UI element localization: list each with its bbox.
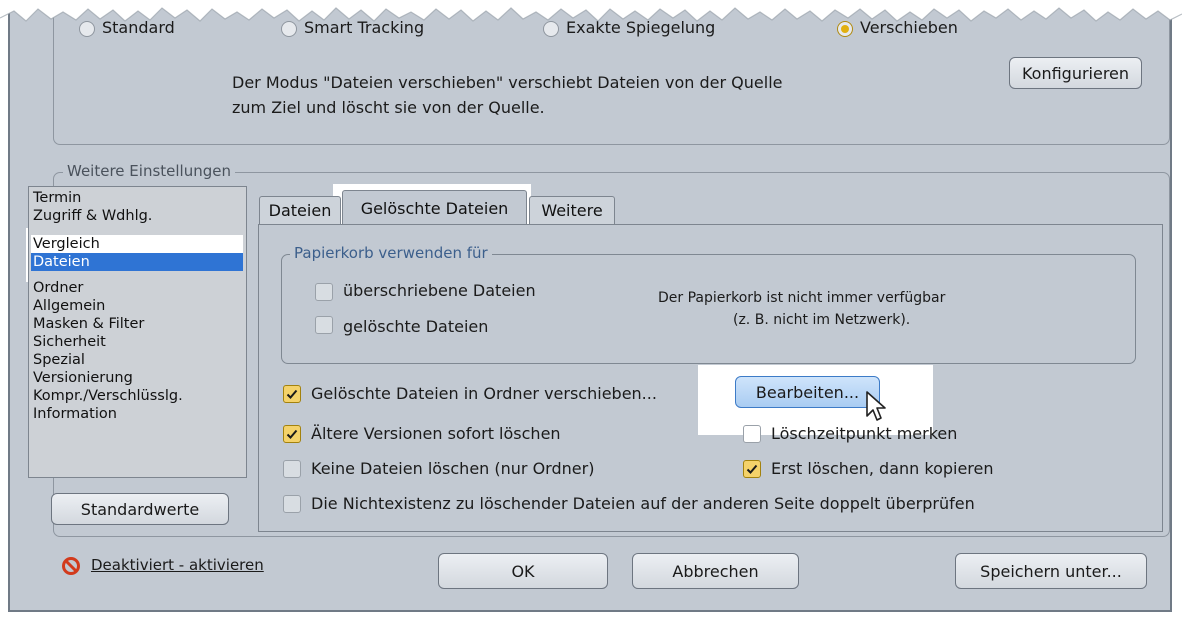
remember-time-checkbox[interactable] [743, 425, 761, 443]
recycle-group [281, 254, 1136, 364]
list-item-dateien[interactable]: Dateien [31, 253, 243, 271]
list-item-kompr[interactable]: Kompr./Verschlüsslg. [31, 387, 243, 405]
list-item-vergleich[interactable]: Vergleich [31, 235, 243, 253]
remember-time-label: Löschzeitpunkt merken [771, 424, 958, 443]
tab-weitere[interactable]: Weitere [529, 196, 615, 224]
move-deleted-label: Gelöschte Dateien in Ordner verschieben.… [311, 384, 657, 403]
overwritten-checkbox[interactable] [315, 283, 333, 301]
checkmark-icon [746, 464, 758, 474]
list-item-sicherheit[interactable]: Sicherheit [31, 333, 243, 351]
configure-button[interactable]: Konfigurieren [1009, 57, 1142, 89]
more-settings-title: Weitere Einstellungen [63, 162, 235, 180]
overwritten-label: überschriebene Dateien [343, 281, 536, 300]
save-as-button[interactable]: Speichern unter... [955, 553, 1147, 589]
tab-dateien[interactable]: Dateien [259, 196, 341, 224]
mode-description-line1: Der Modus "Dateien verschieben" verschie… [232, 73, 783, 92]
recycle-note-line2: (z. B. nicht im Netzwerk). [733, 312, 911, 328]
defaults-button[interactable]: Standardwerte [51, 493, 229, 525]
delete-older-checkbox[interactable] [283, 425, 301, 443]
cancel-button[interactable]: Abbrechen [632, 553, 799, 589]
deleted-label: gelöschte Dateien [343, 317, 489, 336]
settings-window: Standard Smart Tracking Exakte Spiegelun… [8, 0, 1172, 612]
ok-button[interactable]: OK [438, 553, 608, 589]
list-item-zugriff[interactable]: Zugriff & Wdhlg. [31, 207, 243, 225]
list-item-spezial[interactable]: Spezial [31, 351, 243, 369]
list-item-masken[interactable]: Masken & Filter [31, 315, 243, 333]
list-item-termin[interactable]: Termin [31, 189, 243, 207]
double-check-checkbox[interactable] [283, 495, 301, 513]
recycle-note-line1: Der Papierkorb ist nicht immer verfügbar [658, 290, 946, 306]
delete-older-label: Ältere Versionen sofort löschen [311, 424, 561, 443]
edit-button[interactable]: Bearbeiten... [735, 376, 880, 408]
list-item-ordner[interactable]: Ordner [31, 279, 243, 297]
checkmark-icon [286, 389, 298, 399]
prohibited-icon [62, 557, 80, 575]
mouse-cursor-icon [866, 391, 886, 421]
list-item-allgemein[interactable]: Allgemein [31, 297, 243, 315]
dialog-screenshot: Standard Smart Tracking Exakte Spiegelun… [0, 0, 1182, 621]
mode-description-line2: zum Ziel und löscht sie von der Quelle. [232, 98, 545, 117]
no-delete-label: Keine Dateien löschen (nur Ordner) [311, 459, 595, 478]
move-deleted-checkbox[interactable] [283, 385, 301, 403]
list-item-versionierung[interactable]: Versionierung [31, 369, 243, 387]
double-check-label: Die Nichtexistenz zu löschender Dateien … [311, 494, 975, 513]
checkmark-icon [286, 429, 298, 439]
torn-edge [0, 0, 1182, 22]
delete-first-checkbox[interactable] [743, 460, 761, 478]
recycle-group-title: Papierkorb verwenden für [290, 244, 492, 262]
list-item-information[interactable]: Information [31, 405, 243, 423]
deleted-checkbox[interactable] [315, 316, 333, 334]
category-list[interactable]: Termin Zugriff & Wdhlg. Vergleich Dateie… [28, 186, 247, 478]
no-delete-checkbox[interactable] [283, 460, 301, 478]
delete-first-label: Erst löschen, dann kopieren [771, 459, 994, 478]
tab-geloeschte-dateien[interactable]: Gelöschte Dateien [342, 190, 527, 225]
deactivated-link[interactable]: Deaktiviert - aktivieren [91, 556, 264, 574]
